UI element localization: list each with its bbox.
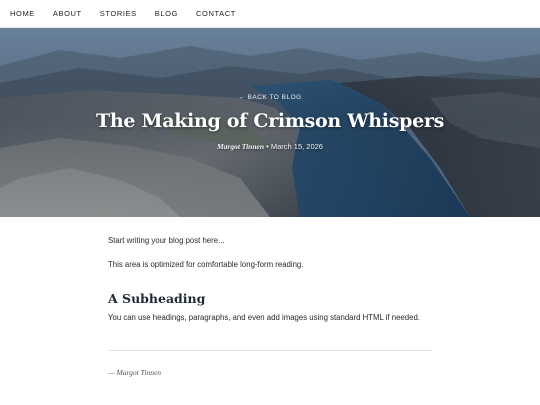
post-paragraph: You can use headings, paragraphs, and ev… xyxy=(108,313,420,322)
nav-home-link[interactable]: HOME xyxy=(10,9,35,18)
post-date: March 15, 2026 xyxy=(270,142,323,151)
post-subheading: A Subheading xyxy=(108,291,206,306)
post-paragraph: Start writing your blog post here... xyxy=(108,236,225,245)
post-title: The Making of Crimson Whispers xyxy=(96,110,444,132)
nav-stories-link[interactable]: STORIES xyxy=(100,9,137,18)
post-meta: Margot Tinnen • March 15, 2026 xyxy=(217,142,323,151)
nav-contact-link[interactable]: CONTACT xyxy=(196,9,236,18)
nav-about-link[interactable]: ABOUT xyxy=(53,9,82,18)
back-to-blog-link[interactable]: ← BACK TO BLOG xyxy=(238,94,301,101)
hero-content: ← BACK TO BLOG The Making of Crimson Whi… xyxy=(0,28,540,217)
divider xyxy=(108,350,432,351)
meta-separator: • xyxy=(266,142,269,151)
post-paragraph: This area is optimized for comfortable l… xyxy=(108,260,304,269)
nav-blog-link[interactable]: BLOG xyxy=(155,9,178,18)
post-author: Margot Tinnen xyxy=(217,142,265,151)
hero-banner: ← BACK TO BLOG The Making of Crimson Whi… xyxy=(0,28,540,217)
author-signature: — Margot Tinnen xyxy=(108,368,162,377)
top-nav: HOME ABOUT STORIES BLOG CONTACT xyxy=(0,0,540,28)
